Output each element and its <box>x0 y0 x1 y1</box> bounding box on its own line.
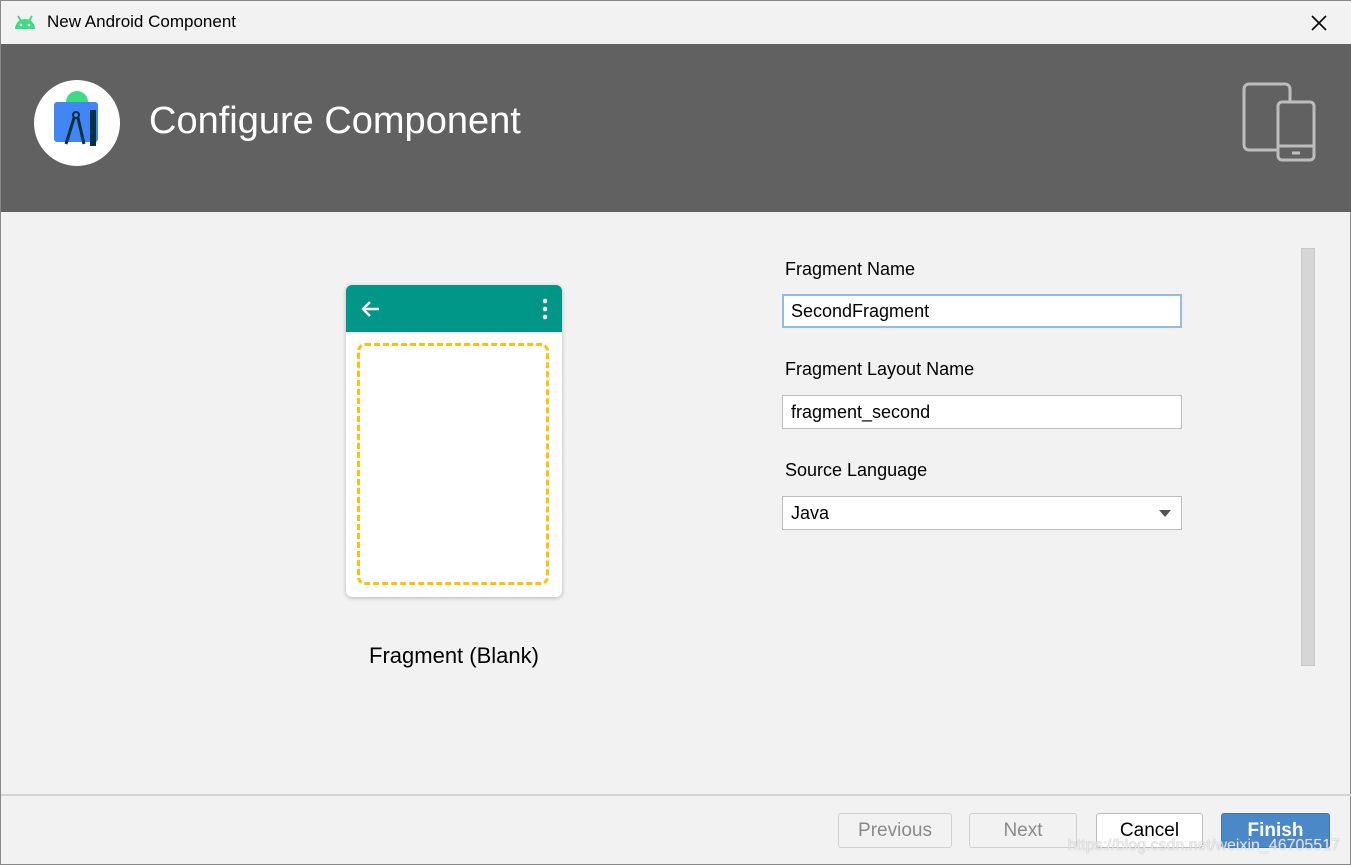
watermark: https://blog.csdn.net/weixin_46705517 <box>1067 837 1340 854</box>
source-language-label: Source Language <box>785 460 928 480</box>
android-icon <box>15 15 35 29</box>
close-icon[interactable] <box>1304 9 1334 37</box>
scrollbar[interactable] <box>1301 248 1315 666</box>
divider <box>1 794 1351 796</box>
fragment-placeholder <box>357 343 549 585</box>
more-vert-icon <box>542 298 548 320</box>
app-bar <box>346 285 562 332</box>
source-language-select[interactable]: Java <box>782 496 1182 530</box>
devices-icon <box>1242 82 1316 162</box>
layout-name-input[interactable]: fragment_second <box>782 395 1182 429</box>
page-title: Configure Component <box>149 100 521 142</box>
fragment-name-input[interactable]: SecondFragment <box>782 294 1182 328</box>
template-preview <box>346 285 562 597</box>
previous-button[interactable]: Previous <box>838 813 952 848</box>
title-bar: New Android Component <box>1 1 1351 44</box>
header-banner: Configure Component <box>1 44 1351 212</box>
android-studio-logo <box>34 80 120 166</box>
chevron-down-icon <box>1159 510 1171 517</box>
layout-name-label: Fragment Layout Name <box>785 359 975 379</box>
source-language-value: Java <box>791 503 830 523</box>
window-title: New Android Component <box>47 12 237 31</box>
back-arrow-icon <box>361 301 379 317</box>
template-name: Fragment (Blank) <box>369 643 539 668</box>
next-button[interactable]: Next <box>969 813 1077 848</box>
fragment-name-label: Fragment Name <box>785 259 916 279</box>
